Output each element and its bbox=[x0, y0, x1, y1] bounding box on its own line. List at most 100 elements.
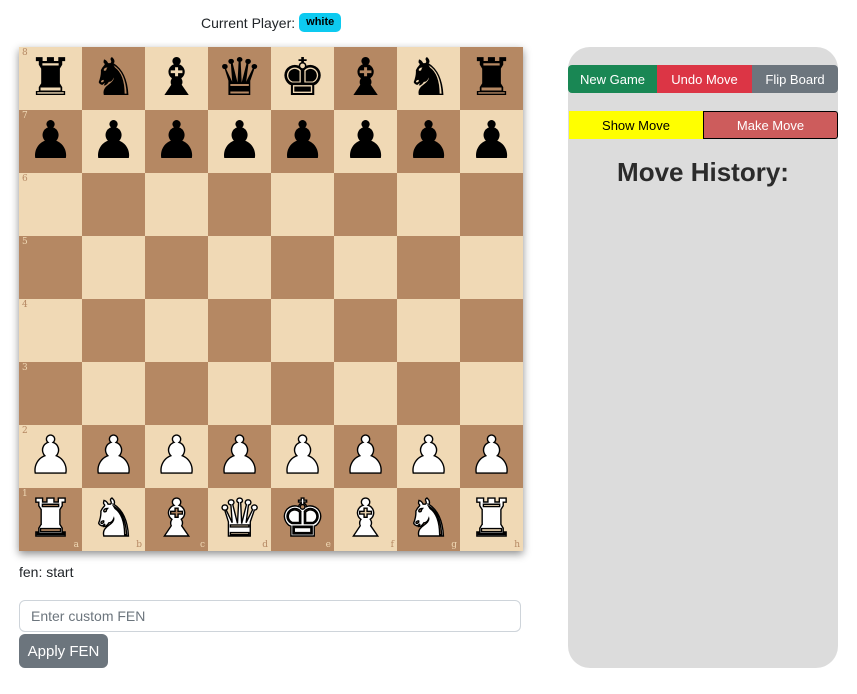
square-h6[interactable] bbox=[460, 173, 523, 236]
black-bishop-icon[interactable]: ♝ bbox=[153, 47, 200, 110]
square-g1[interactable]: g ♞ bbox=[397, 488, 460, 551]
square-a8[interactable]: 8 ♜ bbox=[19, 47, 82, 110]
square-e4[interactable] bbox=[271, 299, 334, 362]
black-rook-icon[interactable]: ♜ bbox=[27, 47, 74, 110]
square-f4[interactable] bbox=[334, 299, 397, 362]
square-e7[interactable]: ♟ bbox=[271, 110, 334, 173]
white-pawn-icon[interactable]: ♟ bbox=[215, 425, 263, 488]
square-d8[interactable]: ♛ bbox=[208, 47, 271, 110]
square-b1[interactable]: b ♞ bbox=[82, 488, 145, 551]
square-c1[interactable]: c ♝ bbox=[145, 488, 208, 551]
square-g8[interactable]: ♞ bbox=[397, 47, 460, 110]
square-c2[interactable]: ♟ bbox=[145, 425, 208, 488]
square-a5[interactable]: 5 bbox=[19, 236, 82, 299]
square-a6[interactable]: 6 bbox=[19, 173, 82, 236]
square-h5[interactable] bbox=[460, 236, 523, 299]
black-pawn-icon[interactable]: ♟ bbox=[279, 110, 326, 173]
white-bishop-icon[interactable]: ♝ bbox=[152, 488, 200, 551]
square-d2[interactable]: ♟ bbox=[208, 425, 271, 488]
white-king-icon[interactable]: ♚ bbox=[278, 488, 326, 551]
white-rook-icon[interactable]: ♜ bbox=[467, 488, 515, 551]
square-e8[interactable]: ♚ bbox=[271, 47, 334, 110]
square-c5[interactable] bbox=[145, 236, 208, 299]
white-bishop-icon[interactable]: ♝ bbox=[341, 488, 389, 551]
square-d6[interactable] bbox=[208, 173, 271, 236]
white-knight-icon[interactable]: ♞ bbox=[89, 488, 137, 551]
square-b8[interactable]: ♞ bbox=[82, 47, 145, 110]
white-pawn-icon[interactable]: ♟ bbox=[341, 425, 389, 488]
black-knight-icon[interactable]: ♞ bbox=[90, 47, 137, 110]
black-rook-icon[interactable]: ♜ bbox=[468, 47, 515, 110]
square-f7[interactable]: ♟ bbox=[334, 110, 397, 173]
square-c3[interactable] bbox=[145, 362, 208, 425]
square-g3[interactable] bbox=[397, 362, 460, 425]
square-d1[interactable]: d ♛ bbox=[208, 488, 271, 551]
square-f5[interactable] bbox=[334, 236, 397, 299]
black-queen-icon[interactable]: ♛ bbox=[216, 47, 263, 110]
square-d5[interactable] bbox=[208, 236, 271, 299]
square-h4[interactable] bbox=[460, 299, 523, 362]
square-b5[interactable] bbox=[82, 236, 145, 299]
square-d4[interactable] bbox=[208, 299, 271, 362]
square-e2[interactable]: ♟ bbox=[271, 425, 334, 488]
black-pawn-icon[interactable]: ♟ bbox=[468, 110, 515, 173]
square-c7[interactable]: ♟ bbox=[145, 110, 208, 173]
undo-move-button[interactable]: Undo Move bbox=[657, 65, 752, 93]
black-pawn-icon[interactable]: ♟ bbox=[27, 110, 74, 173]
square-b7[interactable]: ♟ bbox=[82, 110, 145, 173]
square-c8[interactable]: ♝ bbox=[145, 47, 208, 110]
square-h1[interactable]: h ♜ bbox=[460, 488, 523, 551]
square-e1[interactable]: e ♚ bbox=[271, 488, 334, 551]
square-a4[interactable]: 4 bbox=[19, 299, 82, 362]
square-g4[interactable] bbox=[397, 299, 460, 362]
square-h2[interactable]: ♟ bbox=[460, 425, 523, 488]
white-pawn-icon[interactable]: ♟ bbox=[26, 425, 74, 488]
show-move-button[interactable]: Show Move bbox=[569, 111, 703, 139]
square-b3[interactable] bbox=[82, 362, 145, 425]
square-g6[interactable] bbox=[397, 173, 460, 236]
flip-board-button[interactable]: Flip Board bbox=[752, 65, 838, 93]
white-pawn-icon[interactable]: ♟ bbox=[152, 425, 200, 488]
square-d7[interactable]: ♟ bbox=[208, 110, 271, 173]
square-b6[interactable] bbox=[82, 173, 145, 236]
square-f6[interactable] bbox=[334, 173, 397, 236]
square-g7[interactable]: ♟ bbox=[397, 110, 460, 173]
black-pawn-icon[interactable]: ♟ bbox=[153, 110, 200, 173]
square-h3[interactable] bbox=[460, 362, 523, 425]
black-pawn-icon[interactable]: ♟ bbox=[405, 110, 452, 173]
white-queen-icon[interactable]: ♛ bbox=[215, 488, 263, 551]
square-d3[interactable] bbox=[208, 362, 271, 425]
square-f1[interactable]: f ♝ bbox=[334, 488, 397, 551]
white-rook-icon[interactable]: ♜ bbox=[26, 488, 74, 551]
white-knight-icon[interactable]: ♞ bbox=[404, 488, 452, 551]
square-f3[interactable] bbox=[334, 362, 397, 425]
square-h7[interactable]: ♟ bbox=[460, 110, 523, 173]
black-pawn-icon[interactable]: ♟ bbox=[90, 110, 137, 173]
square-g2[interactable]: ♟ bbox=[397, 425, 460, 488]
black-pawn-icon[interactable]: ♟ bbox=[342, 110, 389, 173]
black-king-icon[interactable]: ♚ bbox=[279, 47, 326, 110]
white-pawn-icon[interactable]: ♟ bbox=[467, 425, 515, 488]
chess-board[interactable]: 8 ♜ ♞ ♝ ♛ ♚ ♝ ♞ ♜ 7 ♟ ♟ ♟ ♟ ♟ ♟ ♟ ♟ 6 5 4 3 2 ♟ ♟ ♟ ♟ ♟ ♟ ♟ ♟ 1 a ♜ b ♞ c ♝ d ♛… bbox=[19, 47, 523, 551]
square-f2[interactable]: ♟ bbox=[334, 425, 397, 488]
black-knight-icon[interactable]: ♞ bbox=[405, 47, 452, 110]
square-c4[interactable] bbox=[145, 299, 208, 362]
square-a2[interactable]: 2 ♟ bbox=[19, 425, 82, 488]
square-g5[interactable] bbox=[397, 236, 460, 299]
square-a7[interactable]: 7 ♟ bbox=[19, 110, 82, 173]
new-game-button[interactable]: New Game bbox=[568, 65, 657, 93]
white-pawn-icon[interactable]: ♟ bbox=[89, 425, 137, 488]
square-b4[interactable] bbox=[82, 299, 145, 362]
square-a3[interactable]: 3 bbox=[19, 362, 82, 425]
black-pawn-icon[interactable]: ♟ bbox=[216, 110, 263, 173]
square-f8[interactable]: ♝ bbox=[334, 47, 397, 110]
black-bishop-icon[interactable]: ♝ bbox=[342, 47, 389, 110]
fen-input[interactable] bbox=[19, 600, 521, 632]
square-h8[interactable]: ♜ bbox=[460, 47, 523, 110]
square-c6[interactable] bbox=[145, 173, 208, 236]
square-b2[interactable]: ♟ bbox=[82, 425, 145, 488]
square-e5[interactable] bbox=[271, 236, 334, 299]
square-a1[interactable]: 1 a ♜ bbox=[19, 488, 82, 551]
apply-fen-button[interactable]: Apply FEN bbox=[19, 634, 108, 668]
make-move-button[interactable]: Make Move bbox=[703, 111, 838, 139]
